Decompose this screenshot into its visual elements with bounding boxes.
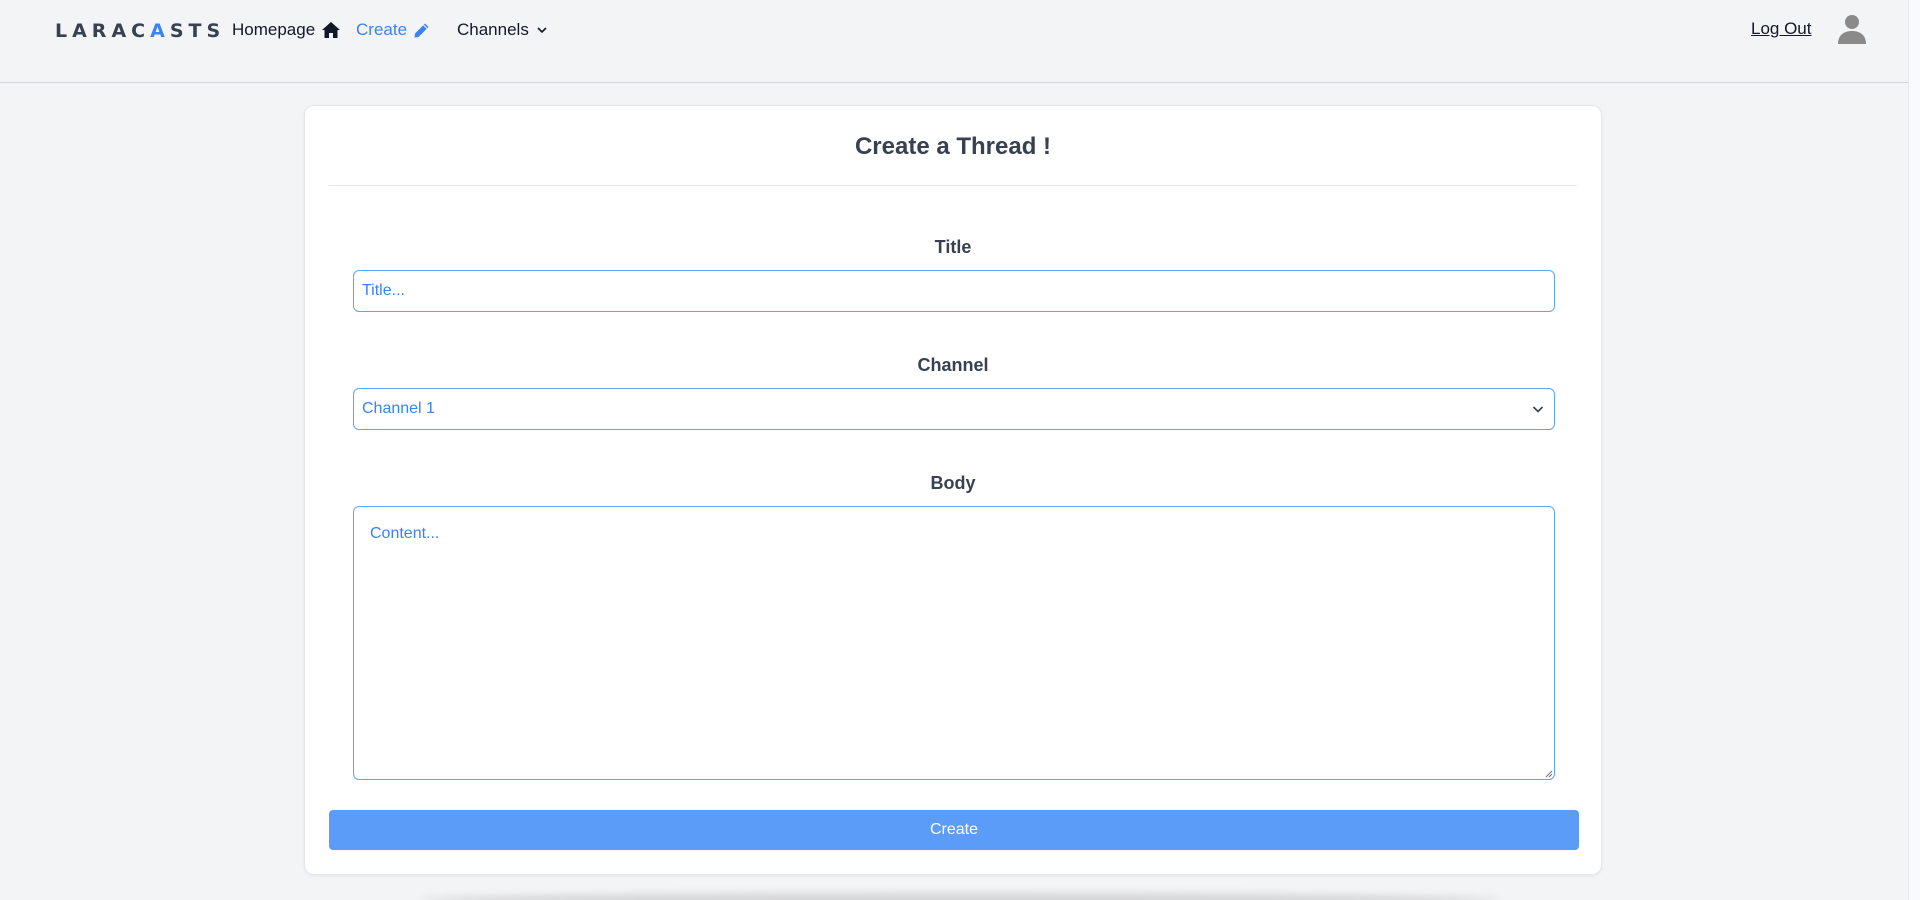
title-field-label: Title — [934, 237, 972, 257]
logo-text-left: LARAC — [55, 20, 151, 42]
channel-field-label: Channel — [917, 355, 989, 375]
home-icon — [322, 22, 341, 38]
nav-create-link[interactable]: Create — [356, 19, 430, 41]
nav-channels-dropdown[interactable]: Channels — [457, 19, 549, 41]
logo-text-accent: A — [150, 20, 170, 42]
title-divider — [329, 185, 1577, 186]
title-input[interactable] — [353, 270, 1555, 312]
pencil-icon — [414, 23, 429, 37]
resize-grip-icon[interactable] — [1545, 770, 1553, 778]
nav-channels-label: Channels — [457, 20, 529, 39]
page-title: Create a Thread ! — [854, 133, 1052, 160]
channel-select[interactable]: Channel 1 — [353, 388, 1555, 430]
logo-text-right: STS — [169, 20, 226, 42]
bottom-shadow — [420, 893, 1500, 900]
nav-homepage-link[interactable]: Homepage — [232, 19, 341, 41]
chevron-down-icon — [1532, 406, 1544, 413]
laracasts-logo[interactable]: LARAC A STS — [55, 19, 225, 43]
body-textarea[interactable] — [353, 506, 1555, 780]
channel-select-value: Channel 1 — [362, 400, 435, 417]
user-avatar-icon[interactable] — [1836, 13, 1868, 45]
body-field-label: Body — [930, 473, 976, 493]
nav-create-label: Create — [356, 20, 408, 39]
top-navbar: LARAC A STS Homepage Create Channels Log… — [0, 0, 1908, 83]
page-scrollbar[interactable] — [1908, 0, 1920, 900]
logout-link[interactable]: Log Out — [1751, 19, 1812, 39]
nav-homepage-label: Homepage — [232, 20, 316, 39]
create-thread-card: Create a Thread ! Title Channel Channel … — [304, 105, 1602, 875]
create-button[interactable]: Create — [329, 810, 1579, 850]
chevron-down-icon — [537, 27, 547, 34]
